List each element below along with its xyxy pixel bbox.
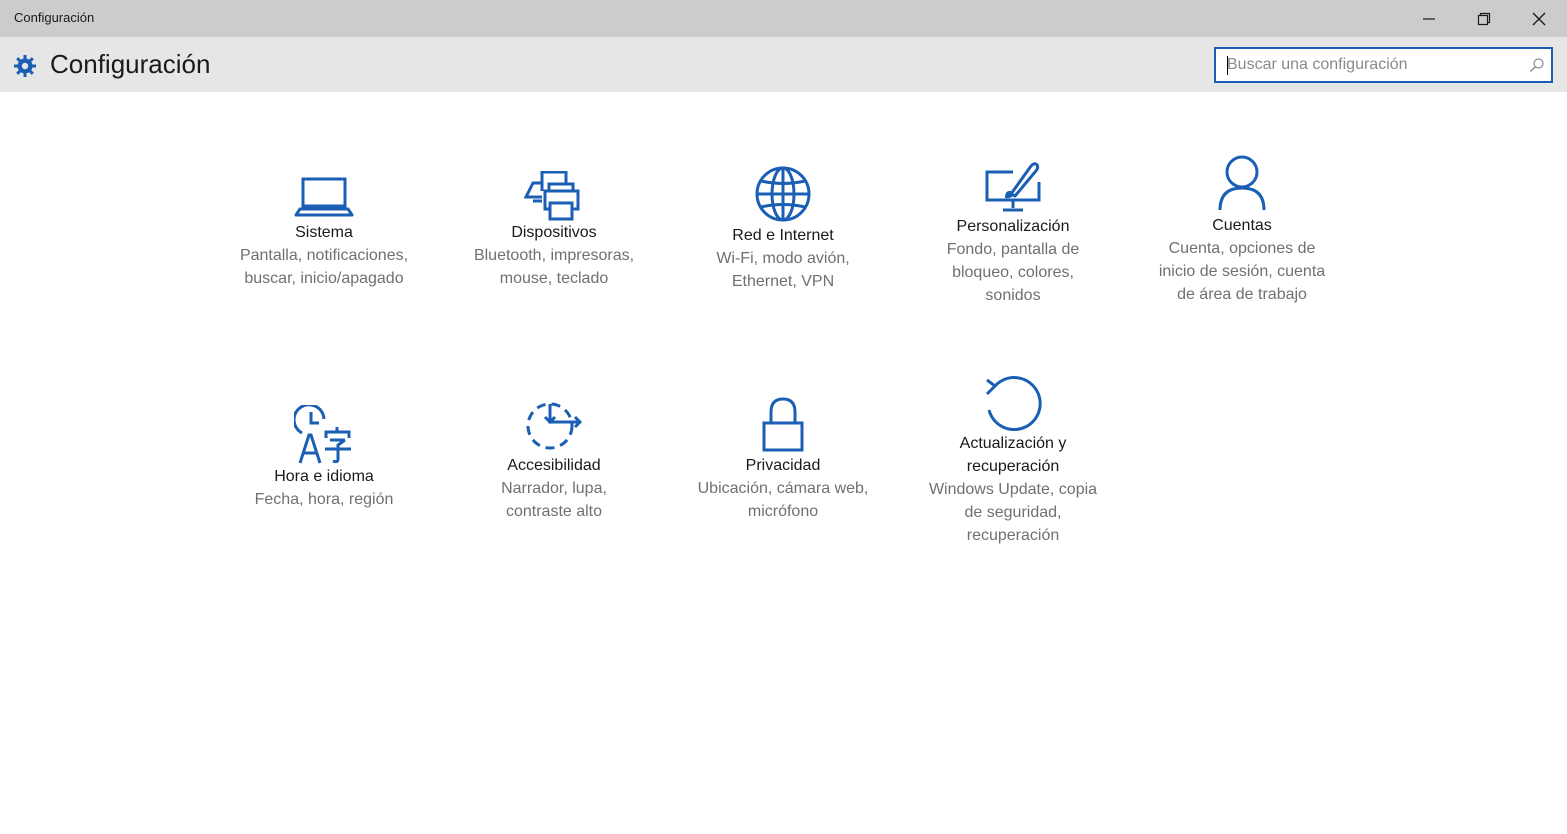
- tile-description: Pantalla, notificaciones, buscar, inicio…: [239, 247, 409, 287]
- tile-hora-idioma[interactable]: Hora e idioma Fecha, hora, región: [224, 405, 424, 511]
- tile-title: Dispositivos: [511, 224, 597, 241]
- globe-icon: [755, 166, 811, 222]
- tile-actualizacion[interactable]: Actualización y recuperación Windows Upd…: [913, 372, 1113, 547]
- gear-icon: [14, 55, 36, 77]
- app-header: Configuración: [0, 37, 1567, 92]
- lock-icon: [762, 397, 804, 452]
- tile-description: Windows Update, copia de seguridad, recu…: [928, 481, 1098, 544]
- minimize-button[interactable]: [1402, 0, 1456, 37]
- tile-title: Red e Internet: [732, 227, 834, 244]
- tile-title: Personalización: [956, 218, 1070, 235]
- tile-red-internet[interactable]: Red e Internet Wi-Fi, modo avión, Ethern…: [683, 164, 883, 293]
- laptop-icon: [294, 177, 354, 217]
- close-icon: [1532, 12, 1546, 25]
- devices-icon: [524, 171, 580, 221]
- page-title: Configuración: [50, 49, 211, 79]
- search-box[interactable]: [1214, 47, 1553, 83]
- accessibility-icon: [526, 402, 583, 450]
- tile-title: Sistema: [295, 224, 353, 241]
- tile-description: Bluetooth, impresoras, mouse, teclado: [473, 247, 635, 287]
- tile-title: Hora e idioma: [274, 468, 374, 485]
- tile-description: Ubicación, cámara web, micrófono: [697, 480, 869, 520]
- minimize-icon: [1423, 17, 1435, 20]
- tile-accesibilidad[interactable]: Accesibilidad Narrador, lupa, contraste …: [454, 396, 654, 523]
- tile-title: Accesibilidad: [507, 457, 601, 474]
- text-caret: [1227, 56, 1228, 75]
- tile-cuentas[interactable]: Cuentas Cuenta, opciones de inicio de se…: [1142, 154, 1342, 306]
- restore-icon: [1477, 12, 1491, 25]
- tile-title: Actualización y recuperación: [959, 435, 1067, 475]
- tile-privacidad[interactable]: Privacidad Ubicación, cámara web, micróf…: [683, 396, 883, 523]
- title-bar: Configuración: [0, 0, 1567, 37]
- window-title: Configuración: [14, 10, 95, 25]
- tile-title: Cuentas: [1212, 217, 1272, 234]
- tile-personalizacion[interactable]: Personalización Fondo, pantalla de bloqu…: [913, 160, 1113, 307]
- time-language-icon: [294, 405, 351, 464]
- tile-dispositivos[interactable]: Dispositivos Bluetooth, impresoras, mous…: [454, 171, 654, 290]
- tile-sistema[interactable]: Sistema Pantalla, notificaciones, buscar…: [224, 171, 424, 290]
- personalization-icon: [985, 162, 1041, 212]
- restore-button[interactable]: [1457, 0, 1511, 37]
- search-input[interactable]: [1216, 49, 1527, 81]
- person-icon: [1218, 155, 1266, 211]
- tile-title: Privacidad: [745, 457, 821, 474]
- update-icon: [985, 376, 1042, 432]
- tile-description: Narrador, lupa, contraste alto: [501, 480, 607, 520]
- tile-description: Fondo, pantalla de bloqueo, colores, son…: [946, 241, 1080, 304]
- search-icon[interactable]: [1529, 57, 1545, 73]
- close-button[interactable]: [1512, 0, 1566, 37]
- tile-description: Cuenta, opciones de inicio de sesión, cu…: [1158, 240, 1326, 303]
- tile-description: Fecha, hora, región: [254, 491, 394, 508]
- tile-description: Wi-Fi, modo avión, Ethernet, VPN: [716, 250, 850, 290]
